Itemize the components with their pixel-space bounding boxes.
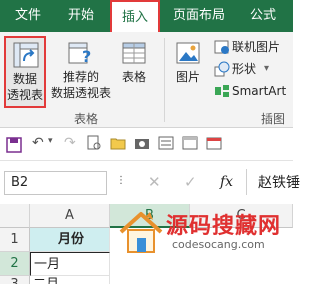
group-label-tables: 表格 (73, 112, 98, 126)
row-header-3[interactable]: 3 (0, 276, 30, 284)
insert-function-icon[interactable]: fx (220, 174, 233, 190)
save-icon[interactable] (6, 137, 22, 157)
ribbon-tab-bar: 文件 开始 插入 页面布局 公式 (0, 0, 293, 32)
cell-a1[interactable]: 月份 (30, 228, 110, 252)
vertical-dots-icon: ⋮ (116, 175, 126, 186)
redo-icon[interactable]: ↷ (64, 135, 76, 151)
row-header-2[interactable]: 2 (0, 252, 30, 276)
calendar-icon[interactable] (206, 135, 222, 155)
smartart-icon (214, 83, 230, 99)
chevron-down-icon[interactable]: ▾ (48, 136, 53, 146)
table-button[interactable]: 表格 (116, 36, 152, 108)
recommended-pivot-button[interactable]: ? 推荐的 数据透视表 (48, 36, 114, 108)
select-all-corner[interactable] (0, 204, 30, 228)
tab-formulas[interactable]: 公式 (240, 0, 286, 32)
spreadsheet-grid: A B C 1 月份 2 一月 3 二月 源码搜藏网 codesocang.co… (0, 204, 293, 284)
name-box[interactable]: B2 (4, 171, 107, 195)
form-icon[interactable] (158, 135, 174, 155)
picture-icon (175, 40, 201, 66)
watermark-title: 源码搜藏网 (166, 214, 282, 239)
watermark-house-logo (118, 208, 164, 258)
pivot-table-label-2: 透视表 (6, 88, 43, 102)
ribbon: 数据 透视表 ? 推荐的 数据透视表 表格 表格 图片 联机图片 形状 ▾ Sm… (0, 32, 293, 128)
recommended-pivot-label-1: 推荐的 (62, 70, 99, 84)
row-header-1[interactable]: 1 (0, 228, 30, 252)
formula-divider (246, 169, 247, 195)
group-label-illustrations: 插图 (260, 112, 285, 126)
chevron-down-icon: ▾ (264, 63, 270, 74)
tab-page-layout[interactable]: 页面布局 (166, 0, 232, 32)
pivot-table-icon (13, 42, 39, 68)
cancel-icon[interactable]: ✕ (148, 173, 161, 191)
recommended-pivot-icon: ? (68, 40, 94, 66)
pivot-table-label-1: 数据 (12, 72, 37, 86)
tab-insert[interactable]: 插入 (110, 0, 160, 32)
table-icon (121, 40, 147, 66)
tab-home[interactable]: 开始 (58, 0, 104, 32)
online-picture-label: 联机图片 (232, 40, 281, 54)
tab-file[interactable]: 文件 (6, 0, 50, 32)
cell-a3[interactable]: 二月 (30, 276, 110, 284)
pivot-table-button[interactable]: 数据 透视表 (4, 36, 46, 108)
shapes-label: 形状 (232, 62, 257, 76)
enter-check-icon[interactable]: ✓ (184, 173, 197, 191)
print-preview-icon[interactable] (86, 135, 102, 155)
shapes-button[interactable]: 形状 ▾ (214, 60, 292, 78)
undo-icon[interactable]: ↶ (32, 135, 44, 151)
picture-label: 图片 (175, 70, 200, 84)
formula-input[interactable]: 赵铁锤 (258, 172, 300, 192)
camera-icon[interactable] (134, 135, 150, 155)
table-label: 表格 (121, 70, 146, 84)
recommended-pivot-label-2: 数据透视表 (50, 86, 111, 100)
quick-access-toolbar: ↶ ▾ ↷ (0, 129, 293, 161)
cell-a2[interactable]: 一月 (30, 252, 110, 276)
smartart-label: SmartArt (232, 84, 287, 98)
subtotal-icon[interactable] (182, 135, 198, 155)
picture-button[interactable]: 图片 (170, 36, 206, 108)
shapes-icon (214, 61, 230, 77)
open-folder-icon[interactable] (110, 135, 126, 155)
online-picture-button[interactable]: 联机图片 (214, 38, 292, 56)
formula-bar: B2 ⋮ ✕ ✓ fx 赵铁锤 (0, 161, 300, 201)
watermark-url: codesocang.com (172, 238, 265, 251)
smartart-button[interactable]: SmartArt (214, 82, 292, 100)
online-picture-icon (214, 39, 230, 55)
ribbon-separator (164, 38, 165, 122)
column-header-a[interactable]: A (30, 204, 110, 228)
svg-text:?: ? (82, 47, 91, 66)
